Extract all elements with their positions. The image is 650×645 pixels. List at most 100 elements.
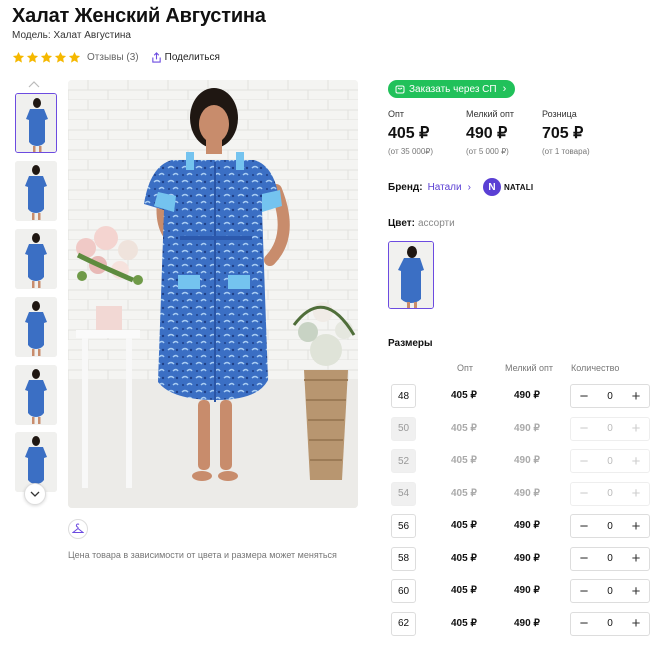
quantity-value[interactable]: 0 (607, 391, 613, 402)
price-condition: (от 1 товара) (542, 147, 590, 156)
sizes-title: Размеры (388, 338, 433, 349)
color-swatch[interactable] (388, 241, 434, 309)
size-row: 54 405 ₽ 490 ₽ − 0 + (391, 481, 650, 506)
star-icon (54, 51, 67, 63)
hanger-button[interactable] (68, 519, 88, 539)
size-row: 52 405 ₽ 490 ₽ − 0 + (391, 449, 650, 473)
price-condition: (от 35 000₽) (388, 147, 434, 156)
increment-button[interactable]: + (629, 454, 643, 469)
size-label: 56 (391, 514, 416, 538)
brand-logo[interactable]: N (482, 178, 501, 196)
price-small-wholesale: Мелкий опт 490 ₽ (от 5 000 ₽) (466, 109, 514, 156)
price-retail: Розница 705 ₽ (от 1 товара) (542, 109, 590, 156)
hanger-icon (72, 523, 84, 533)
col-head-opt: Опт (457, 363, 473, 373)
increment-button[interactable]: + (629, 616, 643, 631)
thumbnail[interactable] (15, 161, 57, 221)
quantity-value[interactable]: 0 (607, 456, 613, 467)
price-note: Цена товара в зависимости от цвета и раз… (68, 550, 337, 560)
decrement-button[interactable]: − (577, 421, 591, 436)
chevron-right-icon: › (502, 83, 507, 95)
size-row: 48 405 ₽ 490 ₽ − 0 + (391, 384, 650, 408)
quantity-stepper: − 0 + (570, 416, 650, 441)
size-price-opt: 405 ₽ (451, 487, 477, 499)
size-price-small-opt: 490 ₽ (514, 390, 540, 401)
decrement-button[interactable]: − (577, 551, 591, 566)
increment-button[interactable]: + (629, 389, 643, 404)
cart-icon (395, 85, 405, 94)
decrement-button[interactable]: − (577, 389, 591, 404)
size-row: 58 405 ₽ 490 ₽ − 0 + (391, 546, 650, 571)
size-price-opt: 405 ₽ (451, 422, 477, 434)
chevron-up-icon[interactable] (27, 80, 41, 88)
rating-stars (12, 51, 81, 64)
product-title: Халат Женский Августина (12, 5, 266, 27)
quantity-value[interactable]: 0 (607, 618, 613, 629)
increment-button[interactable]: + (629, 421, 643, 436)
color-value: ассорти (417, 218, 455, 229)
size-price-opt: 405 ₽ (451, 455, 477, 466)
decrement-button[interactable]: − (577, 519, 591, 534)
size-label: 50 (391, 416, 416, 441)
star-icon (12, 51, 25, 63)
brand-logo-text: NATALI (503, 182, 534, 192)
rating-row: Отзывы (3) Поделиться (12, 50, 220, 64)
main-product-image[interactable] (68, 80, 358, 508)
size-price-opt: 405 ₽ (451, 552, 477, 564)
thumbnails-scroll-down[interactable] (24, 483, 46, 505)
share-icon (151, 51, 161, 63)
product-model: Модель: Халат Августина (12, 30, 131, 41)
size-label: 54 (391, 481, 416, 506)
size-label: 48 (391, 384, 416, 408)
size-price-small-opt: 490 ₽ (514, 422, 540, 434)
size-price-small-opt: 490 ₽ (514, 520, 540, 531)
size-row: 56 405 ₽ 490 ₽ − 0 + (391, 514, 650, 538)
decrement-button[interactable]: − (577, 616, 591, 631)
quantity-value[interactable]: 0 (607, 521, 613, 532)
thumbnail[interactable] (15, 365, 57, 425)
decrement-button[interactable]: − (577, 454, 591, 469)
quantity-value[interactable]: 0 (607, 423, 613, 434)
quantity-value[interactable]: 0 (607, 488, 613, 499)
thumbnail[interactable] (15, 93, 57, 153)
size-price-small-opt: 490 ₽ (514, 617, 540, 629)
price-value: 405 ₽ (388, 125, 430, 142)
increment-button[interactable]: + (629, 551, 643, 566)
quantity-stepper: − 0 + (570, 449, 650, 473)
quantity-stepper: − 0 + (570, 384, 650, 408)
brand-label: Бренд: (388, 181, 423, 193)
size-label: 58 (391, 546, 416, 571)
price-label: Опт (388, 109, 404, 119)
brand-link[interactable]: Натали (428, 182, 462, 193)
size-label: 52 (391, 449, 416, 473)
quantity-value[interactable]: 0 (607, 586, 613, 597)
increment-button[interactable]: + (629, 519, 643, 534)
size-price-small-opt: 490 ₽ (514, 585, 540, 596)
size-price-opt: 405 ₽ (451, 617, 477, 629)
quantity-stepper: − 0 + (570, 611, 650, 636)
quantity-stepper: − 0 + (570, 546, 650, 571)
thumbnail[interactable] (15, 297, 57, 357)
size-price-opt: 405 ₽ (451, 585, 477, 596)
reviews-link[interactable]: Отзывы (3) (87, 52, 139, 63)
price-label: Мелкий опт (466, 109, 515, 119)
col-head-qty: Количество (571, 363, 620, 373)
price-value: 705 ₽ (542, 125, 584, 142)
decrement-button[interactable]: − (577, 584, 591, 599)
size-row: 62 405 ₽ 490 ₽ − 0 + (391, 611, 650, 636)
color-swatch-image (389, 242, 433, 308)
size-label: 62 (391, 611, 416, 636)
size-price-opt: 405 ₽ (451, 520, 477, 531)
share-button[interactable]: Поделиться (151, 52, 220, 63)
color-row: Цвет: ассорти (388, 218, 455, 229)
star-icon (26, 51, 39, 63)
increment-button[interactable]: + (629, 486, 643, 501)
size-row: 50 405 ₽ 490 ₽ − 0 + (391, 416, 650, 441)
quantity-value[interactable]: 0 (607, 553, 613, 564)
increment-button[interactable]: + (629, 584, 643, 599)
thumbnail[interactable] (15, 229, 57, 289)
price-label: Розница (542, 109, 577, 119)
decrement-button[interactable]: − (577, 486, 591, 501)
col-head-small-opt: Мелкий опт (505, 363, 554, 373)
order-sp-button[interactable]: Заказать через СП › (388, 80, 516, 98)
